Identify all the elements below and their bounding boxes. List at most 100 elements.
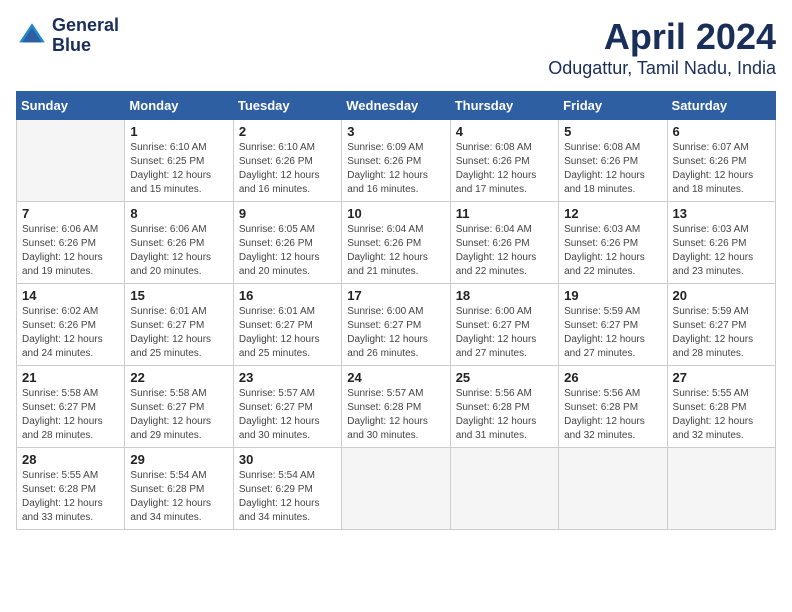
day-detail: Sunrise: 6:10 AMSunset: 6:26 PMDaylight:… [239, 141, 336, 197]
calendar-cell: 24Sunrise: 5:57 AMSunset: 6:28 PMDayligh… [342, 366, 450, 448]
day-number: 28 [22, 452, 119, 467]
day-number: 25 [456, 370, 553, 385]
calendar-week-row: 21 Sunrise: 5:58 AMSunset: 6:27 PMDayligh… [17, 366, 776, 448]
day-detail: Sunrise: 6:06 AMSunset: 6:26 PMDaylight:… [130, 223, 227, 279]
calendar-cell: 20 Sunrise: 5:59 AMSunset: 6:27 PMDayligh… [667, 284, 775, 366]
calendar-cell: 23Sunrise: 5:57 AMSunset: 6:27 PMDayligh… [233, 366, 341, 448]
day-number: 13 [673, 206, 770, 221]
calendar-cell: 28 Sunrise: 5:55 AMSunset: 6:28 PMDayligh… [17, 448, 125, 530]
calendar-cell: 8 Sunrise: 6:06 AMSunset: 6:26 PMDaylight… [125, 202, 233, 284]
day-detail: Sunrise: 6:01 AMSunset: 6:27 PMDaylight:… [239, 305, 336, 361]
weekday-header-thursday: Thursday [450, 92, 558, 120]
day-detail: Sunrise: 6:10 AMSunset: 6:25 PMDaylight:… [130, 141, 227, 197]
calendar-cell [450, 448, 558, 530]
calendar-cell: 4Sunrise: 6:08 AMSunset: 6:26 PMDaylight… [450, 120, 558, 202]
day-detail: Sunrise: 5:56 AMSunset: 6:28 PMDaylight:… [564, 387, 661, 443]
day-detail: Sunrise: 5:58 AMSunset: 6:27 PMDaylight:… [130, 387, 227, 443]
weekday-header-sunday: Sunday [17, 92, 125, 120]
day-detail: Sunrise: 5:57 AMSunset: 6:27 PMDaylight:… [239, 387, 336, 443]
calendar-week-row: 1 Sunrise: 6:10 AMSunset: 6:25 PMDaylight… [17, 120, 776, 202]
day-number: 1 [130, 124, 227, 139]
day-number: 5 [564, 124, 661, 139]
weekday-header-monday: Monday [125, 92, 233, 120]
day-number: 11 [456, 206, 553, 221]
calendar-cell: 1 Sunrise: 6:10 AMSunset: 6:25 PMDaylight… [125, 120, 233, 202]
calendar-cell: 3 Sunrise: 6:09 AMSunset: 6:26 PMDaylight… [342, 120, 450, 202]
calendar-cell: 26 Sunrise: 5:56 AMSunset: 6:28 PMDayligh… [559, 366, 667, 448]
calendar-cell: 29 Sunrise: 5:54 AMSunset: 6:28 PMDayligh… [125, 448, 233, 530]
day-detail: Sunrise: 5:54 AMSunset: 6:28 PMDaylight:… [130, 469, 227, 525]
day-number: 19 [564, 288, 661, 303]
day-detail: Sunrise: 6:08 AMSunset: 6:26 PMDaylight:… [456, 141, 553, 197]
calendar-week-row: 14Sunrise: 6:02 AMSunset: 6:26 PMDayligh… [17, 284, 776, 366]
day-number: 3 [347, 124, 444, 139]
day-number: 16 [239, 288, 336, 303]
calendar-cell: 27 Sunrise: 5:55 AMSunset: 6:28 PMDayligh… [667, 366, 775, 448]
day-number: 15 [130, 288, 227, 303]
day-detail: Sunrise: 5:54 AMSunset: 6:29 PMDaylight:… [239, 469, 336, 525]
calendar-cell: 6 Sunrise: 6:07 AMSunset: 6:26 PMDaylight… [667, 120, 775, 202]
calendar-cell: 14Sunrise: 6:02 AMSunset: 6:26 PMDayligh… [17, 284, 125, 366]
day-number: 20 [673, 288, 770, 303]
weekday-header-friday: Friday [559, 92, 667, 120]
day-number: 29 [130, 452, 227, 467]
day-detail: Sunrise: 5:55 AMSunset: 6:28 PMDaylight:… [673, 387, 770, 443]
day-number: 18 [456, 288, 553, 303]
day-detail: Sunrise: 6:09 AMSunset: 6:26 PMDaylight:… [347, 141, 444, 197]
calendar-cell [342, 448, 450, 530]
calendar-cell: 10 Sunrise: 6:04 AMSunset: 6:26 PMDayligh… [342, 202, 450, 284]
day-number: 9 [239, 206, 336, 221]
calendar-table: SundayMondayTuesdayWednesdayThursdayFrid… [16, 91, 776, 530]
day-detail: Sunrise: 6:07 AMSunset: 6:26 PMDaylight:… [673, 141, 770, 197]
page-header: General Blue April 2024 Odugattur, Tamil… [16, 16, 776, 79]
calendar-cell: 30Sunrise: 5:54 AMSunset: 6:29 PMDayligh… [233, 448, 341, 530]
day-detail: Sunrise: 6:03 AMSunset: 6:26 PMDaylight:… [673, 223, 770, 279]
calendar-cell [559, 448, 667, 530]
day-detail: Sunrise: 5:59 AMSunset: 6:27 PMDaylight:… [673, 305, 770, 361]
day-number: 7 [22, 206, 119, 221]
day-detail: Sunrise: 6:00 AMSunset: 6:27 PMDaylight:… [347, 305, 444, 361]
calendar-cell: 18 Sunrise: 6:00 AMSunset: 6:27 PMDayligh… [450, 284, 558, 366]
calendar-cell: 7 Sunrise: 6:06 AMSunset: 6:26 PMDaylight… [17, 202, 125, 284]
calendar-cell: 17Sunrise: 6:00 AMSunset: 6:27 PMDayligh… [342, 284, 450, 366]
calendar-cell: 11 Sunrise: 6:04 AMSunset: 6:26 PMDayligh… [450, 202, 558, 284]
day-number: 10 [347, 206, 444, 221]
weekday-header-saturday: Saturday [667, 92, 775, 120]
day-detail: Sunrise: 6:00 AMSunset: 6:27 PMDaylight:… [456, 305, 553, 361]
weekday-header-tuesday: Tuesday [233, 92, 341, 120]
day-detail: Sunrise: 6:04 AMSunset: 6:26 PMDaylight:… [456, 223, 553, 279]
calendar-cell: 15 Sunrise: 6:01 AMSunset: 6:27 PMDayligh… [125, 284, 233, 366]
title-block: April 2024 Odugattur, Tamil Nadu, India [548, 16, 776, 79]
day-number: 27 [673, 370, 770, 385]
calendar-cell: 21 Sunrise: 5:58 AMSunset: 6:27 PMDayligh… [17, 366, 125, 448]
day-number: 26 [564, 370, 661, 385]
day-detail: Sunrise: 5:59 AMSunset: 6:27 PMDaylight:… [564, 305, 661, 361]
calendar-cell: 2Sunrise: 6:10 AMSunset: 6:26 PMDaylight… [233, 120, 341, 202]
day-number: 12 [564, 206, 661, 221]
calendar-cell: 16 Sunrise: 6:01 AMSunset: 6:27 PMDayligh… [233, 284, 341, 366]
day-detail: Sunrise: 5:56 AMSunset: 6:28 PMDaylight:… [456, 387, 553, 443]
calendar-cell: 5 Sunrise: 6:08 AMSunset: 6:26 PMDaylight… [559, 120, 667, 202]
weekday-header-row: SundayMondayTuesdayWednesdayThursdayFrid… [17, 92, 776, 120]
logo-icon [16, 20, 48, 52]
day-detail: Sunrise: 5:58 AMSunset: 6:27 PMDaylight:… [22, 387, 119, 443]
weekday-header-wednesday: Wednesday [342, 92, 450, 120]
day-detail: Sunrise: 6:04 AMSunset: 6:26 PMDaylight:… [347, 223, 444, 279]
logo: General Blue [16, 16, 119, 56]
calendar-cell [667, 448, 775, 530]
day-detail: Sunrise: 6:06 AMSunset: 6:26 PMDaylight:… [22, 223, 119, 279]
day-number: 24 [347, 370, 444, 385]
day-detail: Sunrise: 6:01 AMSunset: 6:27 PMDaylight:… [130, 305, 227, 361]
day-detail: Sunrise: 5:55 AMSunset: 6:28 PMDaylight:… [22, 469, 119, 525]
day-detail: Sunrise: 6:03 AMSunset: 6:26 PMDaylight:… [564, 223, 661, 279]
calendar-cell: 25 Sunrise: 5:56 AMSunset: 6:28 PMDayligh… [450, 366, 558, 448]
month-title: April 2024 [548, 16, 776, 58]
logo-text: General Blue [52, 16, 119, 56]
calendar-cell: 9Sunrise: 6:05 AMSunset: 6:26 PMDaylight… [233, 202, 341, 284]
day-detail: Sunrise: 6:08 AMSunset: 6:26 PMDaylight:… [564, 141, 661, 197]
calendar-cell: 22Sunrise: 5:58 AMSunset: 6:27 PMDayligh… [125, 366, 233, 448]
calendar-week-row: 7 Sunrise: 6:06 AMSunset: 6:26 PMDaylight… [17, 202, 776, 284]
day-number: 21 [22, 370, 119, 385]
day-number: 6 [673, 124, 770, 139]
day-number: 8 [130, 206, 227, 221]
